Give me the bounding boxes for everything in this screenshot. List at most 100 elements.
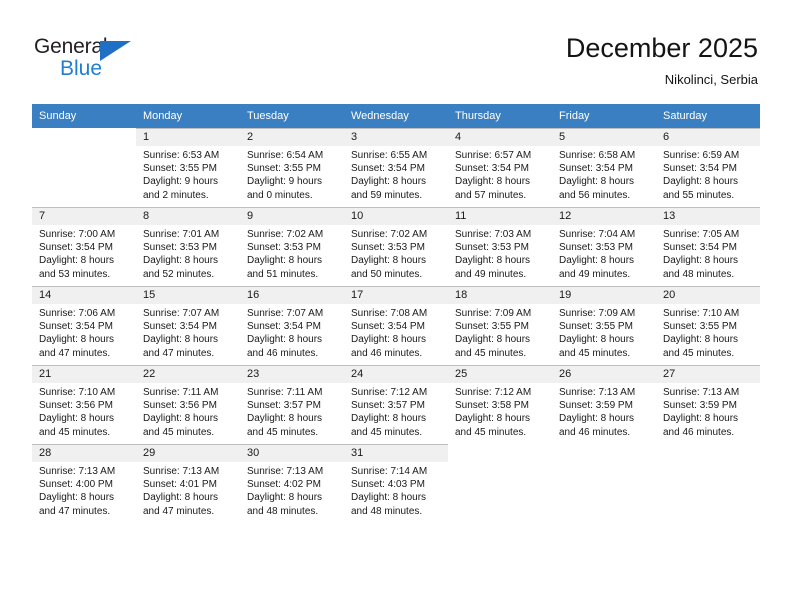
- calendar-cell[interactable]: 9 Sunrise: 7:02 AM Sunset: 3:53 PM Daylight…: [240, 207, 344, 286]
- calendar-cell[interactable]: 8 Sunrise: 7:01 AM Sunset: 3:53 PM Daylight…: [136, 207, 240, 286]
- calendar-cell[interactable]: 3 Sunrise: 6:55 AM Sunset: 3:54 PM Daylight…: [344, 128, 448, 207]
- sunrise-text: Sunrise: 7:10 AM: [663, 308, 740, 319]
- calendar-cell-day: 2 Sunrise: 6:54 AM Sunset: 3:55 PM Daylight…: [240, 128, 344, 207]
- daylight-text-line1: Daylight: 8 hours: [455, 255, 531, 267]
- calendar-cell-empty: [32, 128, 136, 207]
- calendar-cell-day: 23 Sunrise: 7:11 AM Sunset: 3:57 PM Dayligh…: [240, 365, 344, 444]
- day-details: Sunrise: 7:05 AM Sunset: 3:54 PM Daylight:…: [656, 225, 760, 281]
- calendar-cell[interactable]: 12 Sunrise: 7:04 AM Sunset: 3:53 PM Dayligh…: [552, 207, 656, 286]
- sunset-text: Sunset: 3:53 PM: [247, 242, 321, 254]
- sunrise-text: Sunrise: 7:14 AM: [351, 466, 428, 477]
- daylight-text-line1: Daylight: 8 hours: [455, 413, 531, 425]
- daylight-text-line1: Daylight: 8 hours: [559, 413, 635, 425]
- calendar-cell[interactable]: 5 Sunrise: 6:58 AM Sunset: 3:54 PM Daylight…: [552, 128, 656, 207]
- daylight-text-line2: and 2 minutes.: [143, 189, 209, 201]
- day-number: [552, 444, 656, 461]
- sunrise-text: Sunrise: 6:57 AM: [455, 150, 532, 161]
- sunset-text: Sunset: 4:00 PM: [39, 479, 113, 491]
- calendar-cell[interactable]: 26 Sunrise: 7:13 AM Sunset: 3:59 PM Dayligh…: [552, 365, 656, 444]
- calendar-cell[interactable]: 29 Sunrise: 7:13 AM Sunset: 4:01 PM Dayligh…: [136, 444, 240, 523]
- calendar-cell[interactable]: 4 Sunrise: 6:57 AM Sunset: 3:54 PM Daylight…: [448, 128, 552, 207]
- daylight-text-line2: and 45 minutes.: [247, 426, 319, 438]
- day-details: Sunrise: 7:09 AM Sunset: 3:55 PM Daylight:…: [552, 304, 656, 360]
- day-number: 31: [344, 445, 448, 462]
- sunset-text: Sunset: 3:55 PM: [143, 163, 217, 175]
- daylight-text-line1: Daylight: 8 hours: [247, 492, 323, 504]
- calendar-cell[interactable]: 1 Sunrise: 6:53 AM Sunset: 3:55 PM Daylight…: [136, 128, 240, 207]
- calendar-cell-day: 15 Sunrise: 7:07 AM Sunset: 3:54 PM Dayligh…: [136, 286, 240, 365]
- calendar-cell[interactable]: 22 Sunrise: 7:11 AM Sunset: 3:56 PM Dayligh…: [136, 365, 240, 444]
- sunset-text: Sunset: 3:58 PM: [455, 400, 529, 412]
- sunset-text: Sunset: 4:01 PM: [143, 479, 217, 491]
- calendar-cell[interactable]: 25 Sunrise: 7:12 AM Sunset: 3:58 PM Dayligh…: [448, 365, 552, 444]
- calendar-cell[interactable]: 10 Sunrise: 7:02 AM Sunset: 3:53 PM Dayligh…: [344, 207, 448, 286]
- day-details: Sunrise: 7:13 AM Sunset: 4:02 PM Daylight:…: [240, 462, 344, 518]
- sunset-text: Sunset: 3:57 PM: [351, 400, 425, 412]
- calendar-cell[interactable]: 6 Sunrise: 6:59 AM Sunset: 3:54 PM Daylight…: [656, 128, 760, 207]
- sunset-text: Sunset: 3:54 PM: [351, 321, 425, 333]
- daylight-text-line2: and 46 minutes.: [559, 426, 631, 438]
- daylight-text-line1: Daylight: 8 hours: [351, 334, 427, 346]
- daylight-text-line1: Daylight: 8 hours: [247, 255, 323, 267]
- calendar-cell[interactable]: 27 Sunrise: 7:13 AM Sunset: 3:59 PM Dayligh…: [656, 365, 760, 444]
- day-number: 25: [448, 366, 552, 383]
- calendar-cell[interactable]: 18 Sunrise: 7:09 AM Sunset: 3:55 PM Dayligh…: [448, 286, 552, 365]
- day-number: 30: [240, 445, 344, 462]
- calendar-cell[interactable]: 30 Sunrise: 7:13 AM Sunset: 4:02 PM Dayligh…: [240, 444, 344, 523]
- calendar-cell[interactable]: 13 Sunrise: 7:05 AM Sunset: 3:54 PM Dayligh…: [656, 207, 760, 286]
- calendar-cell[interactable]: 2 Sunrise: 6:54 AM Sunset: 3:55 PM Daylight…: [240, 128, 344, 207]
- calendar-cell[interactable]: 17 Sunrise: 7:08 AM Sunset: 3:54 PM Dayligh…: [344, 286, 448, 365]
- calendar-cell[interactable]: 14 Sunrise: 7:06 AM Sunset: 3:54 PM Dayligh…: [32, 286, 136, 365]
- day-details: Sunrise: 6:55 AM Sunset: 3:54 PM Daylight:…: [344, 146, 448, 202]
- sunset-text: Sunset: 4:03 PM: [351, 479, 425, 491]
- calendar-cell-day: 1 Sunrise: 6:53 AM Sunset: 3:55 PM Daylight…: [136, 128, 240, 207]
- weekday-header-saturday: Saturday: [656, 104, 760, 128]
- calendar-cell[interactable]: 31 Sunrise: 7:14 AM Sunset: 4:03 PM Dayligh…: [344, 444, 448, 523]
- calendar-cell-day: 31 Sunrise: 7:14 AM Sunset: 4:03 PM Dayligh…: [344, 444, 448, 523]
- daylight-text-line2: and 46 minutes.: [247, 347, 319, 359]
- calendar-cell[interactable]: 20 Sunrise: 7:10 AM Sunset: 3:55 PM Dayligh…: [656, 286, 760, 365]
- day-details: Sunrise: 7:12 AM Sunset: 3:58 PM Daylight:…: [448, 383, 552, 439]
- location-subtitle: Nikolinci, Serbia: [664, 72, 758, 87]
- daylight-text-line2: and 52 minutes.: [143, 268, 215, 280]
- sunset-text: Sunset: 3:54 PM: [455, 163, 529, 175]
- calendar-cell-day: 26 Sunrise: 7:13 AM Sunset: 3:59 PM Dayligh…: [552, 365, 656, 444]
- calendar-cell: [32, 128, 136, 207]
- calendar-cell[interactable]: 15 Sunrise: 7:07 AM Sunset: 3:54 PM Dayligh…: [136, 286, 240, 365]
- sunrise-text: Sunrise: 7:09 AM: [559, 308, 636, 319]
- calendar-cell[interactable]: 23 Sunrise: 7:11 AM Sunset: 3:57 PM Dayligh…: [240, 365, 344, 444]
- day-details: Sunrise: 6:59 AM Sunset: 3:54 PM Daylight:…: [656, 146, 760, 202]
- day-details: Sunrise: 6:58 AM Sunset: 3:54 PM Daylight:…: [552, 146, 656, 202]
- daylight-text-line1: Daylight: 8 hours: [351, 413, 427, 425]
- calendar-cell[interactable]: 11 Sunrise: 7:03 AM Sunset: 3:53 PM Dayligh…: [448, 207, 552, 286]
- daylight-text-line2: and 56 minutes.: [559, 189, 631, 201]
- sunset-text: Sunset: 3:56 PM: [143, 400, 217, 412]
- sunset-text: Sunset: 3:55 PM: [455, 321, 529, 333]
- day-number: 10: [344, 208, 448, 225]
- day-number: 26: [552, 366, 656, 383]
- calendar-week-row: 1 Sunrise: 6:53 AM Sunset: 3:55 PM Daylight…: [32, 128, 760, 207]
- weekday-header-tuesday: Tuesday: [240, 104, 344, 128]
- sunrise-text: Sunrise: 7:05 AM: [663, 229, 740, 240]
- calendar-header-row: Sunday Monday Tuesday Wednesday Thursday…: [32, 104, 760, 128]
- day-number: [448, 444, 552, 461]
- calendar-cell[interactable]: 7 Sunrise: 7:00 AM Sunset: 3:54 PM Daylight…: [32, 207, 136, 286]
- general-blue-logo[interactable]: General Blue: [34, 36, 154, 84]
- calendar-cell[interactable]: 24 Sunrise: 7:12 AM Sunset: 3:57 PM Dayligh…: [344, 365, 448, 444]
- calendar-cell-day: 12 Sunrise: 7:04 AM Sunset: 3:53 PM Dayligh…: [552, 207, 656, 286]
- calendar-cell[interactable]: 16 Sunrise: 7:07 AM Sunset: 3:54 PM Dayligh…: [240, 286, 344, 365]
- calendar-cell-day: 6 Sunrise: 6:59 AM Sunset: 3:54 PM Daylight…: [656, 128, 760, 207]
- calendar-cell[interactable]: 21 Sunrise: 7:10 AM Sunset: 3:56 PM Dayligh…: [32, 365, 136, 444]
- sunrise-text: Sunrise: 7:11 AM: [143, 387, 219, 398]
- calendar-cell[interactable]: 28 Sunrise: 7:13 AM Sunset: 4:00 PM Dayligh…: [32, 444, 136, 523]
- sunset-text: Sunset: 3:54 PM: [351, 163, 425, 175]
- day-number: 4: [448, 129, 552, 146]
- calendar-cell: [656, 444, 760, 523]
- daylight-text-line1: Daylight: 8 hours: [351, 492, 427, 504]
- sunrise-text: Sunrise: 7:10 AM: [39, 387, 116, 398]
- day-number: 28: [32, 445, 136, 462]
- sunrise-text: Sunrise: 7:13 AM: [143, 466, 220, 477]
- calendar-cell[interactable]: 19 Sunrise: 7:09 AM Sunset: 3:55 PM Dayligh…: [552, 286, 656, 365]
- daylight-text-line2: and 59 minutes.: [351, 189, 423, 201]
- day-number: 20: [656, 287, 760, 304]
